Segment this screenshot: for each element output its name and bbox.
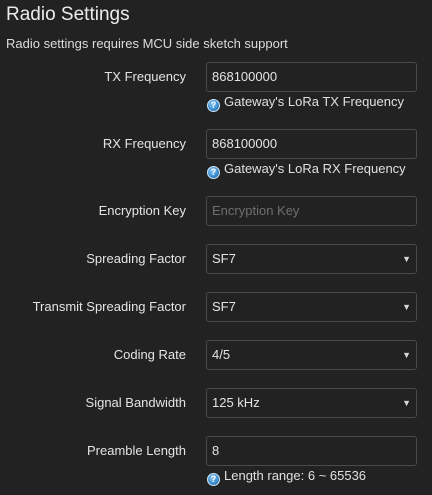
coding-rate-label: Coding Rate [113, 347, 186, 362]
signal-bandwidth-select[interactable]: 125 kHz ▼ [206, 388, 417, 418]
page-description: Radio settings requires MCU side sketch … [6, 36, 288, 51]
help-icon: ? [207, 473, 220, 486]
transmit-spreading-factor-label: Transmit Spreading Factor [32, 299, 186, 314]
rx-frequency-hint-text: Gateway's LoRa RX Frequency [224, 161, 406, 176]
page-title: Radio Settings [6, 4, 130, 25]
rx-frequency-input[interactable]: 868100000 [206, 129, 417, 159]
rx-frequency-label: RX Frequency [102, 136, 186, 151]
help-icon: ? [207, 166, 220, 179]
chevron-down-icon: ▼ [402, 302, 411, 312]
coding-rate-value: 4/5 [212, 347, 231, 362]
chevron-down-icon: ▼ [402, 398, 411, 408]
tx-frequency-hint: ? Gateway's LoRa TX Frequency [207, 94, 404, 112]
rx-frequency-hint: ? Gateway's LoRa RX Frequency [207, 161, 406, 179]
preamble-length-hint: ? Length range: 6 ~ 65536 [207, 468, 366, 486]
tx-frequency-hint-text: Gateway's LoRa TX Frequency [224, 94, 404, 109]
preamble-length-input[interactable]: 8 [206, 436, 417, 466]
help-icon: ? [207, 99, 220, 112]
coding-rate-select[interactable]: 4/5 ▼ [206, 340, 417, 370]
chevron-down-icon: ▼ [402, 350, 411, 360]
transmit-spreading-factor-value: SF7 [212, 299, 236, 314]
spreading-factor-label: Spreading Factor [86, 251, 186, 266]
tx-frequency-input[interactable]: 868100000 [206, 62, 417, 92]
tx-frequency-label: TX Frequency [104, 69, 186, 84]
preamble-length-hint-text: Length range: 6 ~ 65536 [224, 468, 367, 483]
preamble-length-label: Preamble Length [86, 443, 186, 458]
encryption-key-input[interactable]: Encryption Key [206, 196, 417, 226]
encryption-key-label: Encryption Key [98, 203, 186, 218]
signal-bandwidth-label: Signal Bandwidth [85, 395, 186, 410]
transmit-spreading-factor-select[interactable]: SF7 ▼ [206, 292, 417, 322]
signal-bandwidth-value: 125 kHz [212, 395, 260, 410]
spreading-factor-select[interactable]: SF7 ▼ [206, 244, 417, 274]
chevron-down-icon: ▼ [402, 254, 411, 264]
spreading-factor-value: SF7 [212, 251, 236, 266]
